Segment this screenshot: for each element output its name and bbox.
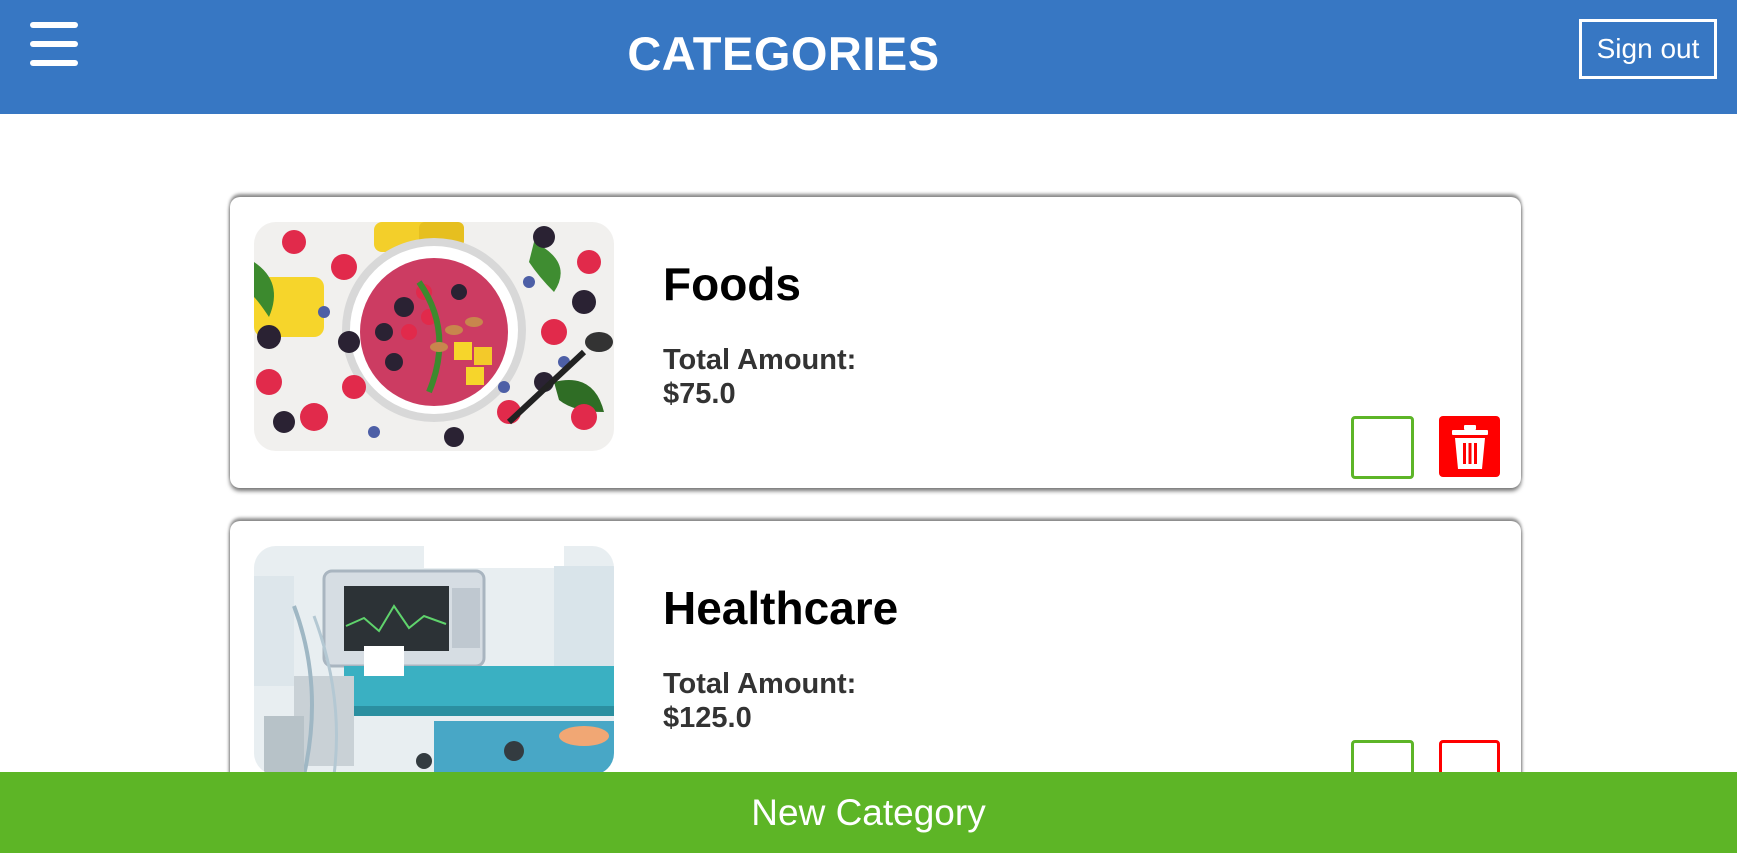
- edit-category-button[interactable]: [1351, 416, 1414, 479]
- sign-out-button[interactable]: Sign out: [1579, 19, 1717, 79]
- page-title: CATEGORIES: [627, 27, 940, 80]
- category-image: [254, 222, 614, 451]
- category-name: Foods: [663, 258, 801, 310]
- app-header: CATEGORIES Sign out: [0, 0, 1737, 114]
- new-category-button[interactable]: New Category: [0, 772, 1737, 853]
- total-amount-label: Total Amount:: [663, 344, 857, 376]
- total-amount-value: $125.0: [663, 702, 752, 734]
- delete-category-button[interactable]: [1439, 416, 1500, 477]
- category-card-foods[interactable]: Foods Total Amount: $75.0: [230, 197, 1521, 488]
- total-amount-value: $75.0: [663, 378, 736, 410]
- category-image: [254, 546, 614, 775]
- category-name: Healthcare: [663, 582, 899, 634]
- category-card-healthcare[interactable]: Healthcare Total Amount: $125.0: [230, 521, 1521, 812]
- total-amount-label: Total Amount:: [663, 668, 857, 700]
- trash-icon: [1451, 424, 1488, 469]
